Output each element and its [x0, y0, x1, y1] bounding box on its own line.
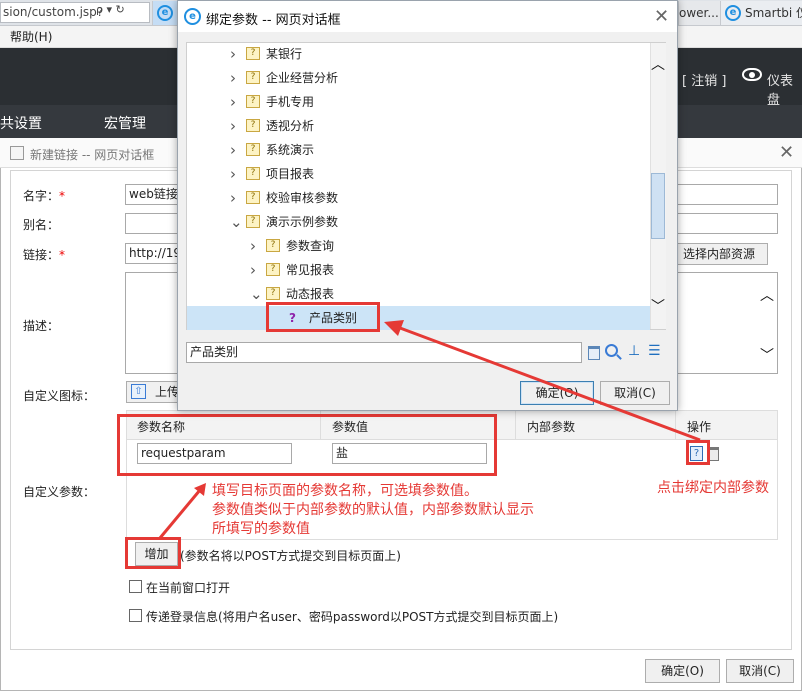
arrow-to-params [158, 489, 202, 539]
arrow-head-selected [384, 320, 404, 336]
arrow-to-selected-item [391, 323, 701, 442]
annotation-arrows [158, 320, 701, 539]
